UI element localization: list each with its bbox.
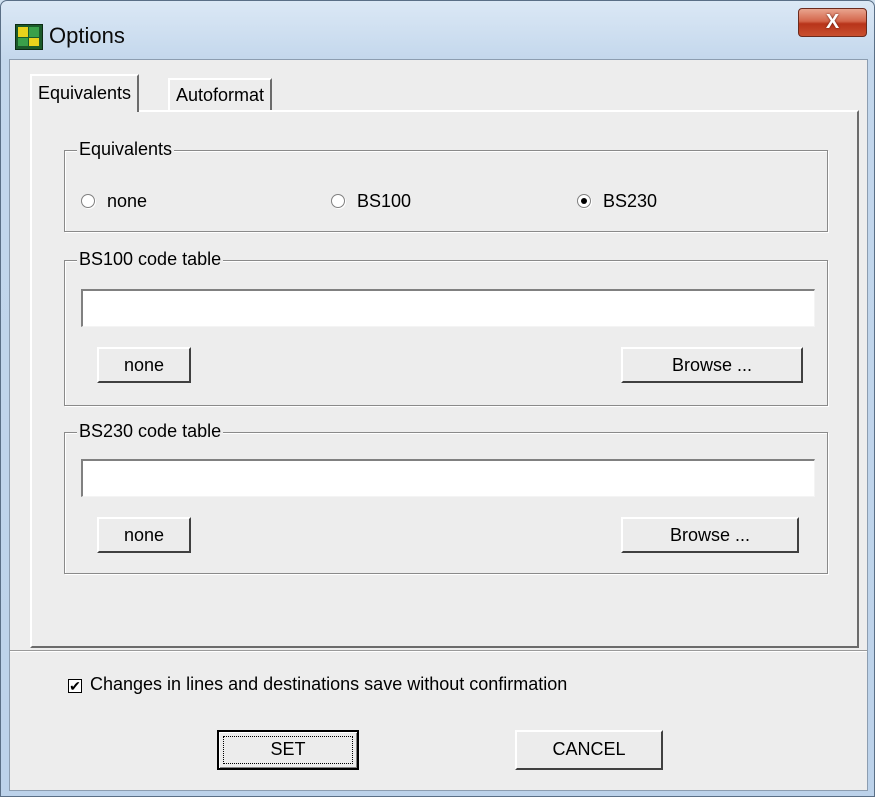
- tab-autoformat[interactable]: Autoformat: [168, 78, 273, 110]
- equivalents-group: Equivalents none BS100 BS230: [64, 139, 828, 232]
- radio-bs100[interactable]: BS100: [331, 191, 411, 212]
- checkbox-checked-icon: ✔: [68, 678, 82, 694]
- radio-label: none: [107, 191, 148, 211]
- radio-label: BS230: [603, 191, 658, 211]
- close-button[interactable]: X: [798, 8, 867, 37]
- set-button[interactable]: SET: [217, 730, 359, 770]
- title-bar[interactable]: Options X: [1, 1, 874, 59]
- save-without-confirmation-checkbox[interactable]: ✔ Changes in lines and destinations save …: [68, 674, 567, 695]
- client-area: Equivalents Autoformat Equivalents none …: [9, 59, 868, 791]
- radio-none[interactable]: none: [81, 191, 147, 212]
- tab-equivalents[interactable]: Equivalents: [30, 74, 140, 112]
- window-title: Options: [49, 23, 125, 48]
- bs100-code-table-group: BS100 code table none Browse ...: [64, 249, 828, 406]
- radio-button-icon: [81, 194, 95, 208]
- bs230-browse-button[interactable]: Browse ...: [621, 517, 799, 553]
- radio-label: BS100: [357, 191, 412, 211]
- group-label: Equivalents: [77, 139, 175, 160]
- bs100-browse-button[interactable]: Browse ...: [621, 347, 803, 383]
- cancel-button[interactable]: CANCEL: [515, 730, 663, 770]
- radio-button-icon: [331, 194, 345, 208]
- radio-bs230[interactable]: BS230: [577, 191, 657, 212]
- tab-label: Autoformat: [176, 85, 265, 105]
- bs230-code-table-field[interactable]: [81, 459, 815, 497]
- close-icon: X: [825, 11, 840, 33]
- checkbox-label: Changes in lines and destinations save w…: [90, 674, 568, 694]
- bs230-code-table-group: BS230 code table none Browse ...: [64, 421, 828, 574]
- tab-panel-equivalents: Equivalents none BS100 BS230 BS100 code …: [30, 110, 859, 648]
- bs230-none-button[interactable]: none: [97, 517, 191, 553]
- radio-selected-icon: [577, 194, 591, 208]
- group-label: BS100 code table: [77, 249, 224, 270]
- tab-label: Equivalents: [38, 83, 132, 103]
- app-icon: [15, 24, 43, 50]
- set-button-label: SET: [270, 739, 306, 759]
- bs100-none-button[interactable]: none: [97, 347, 191, 383]
- bs100-code-table-field[interactable]: [81, 289, 815, 327]
- group-label: BS230 code table: [77, 421, 224, 442]
- options-window: Options X Equivalents Autoformat Equival…: [0, 0, 875, 797]
- separator: [10, 650, 867, 652]
